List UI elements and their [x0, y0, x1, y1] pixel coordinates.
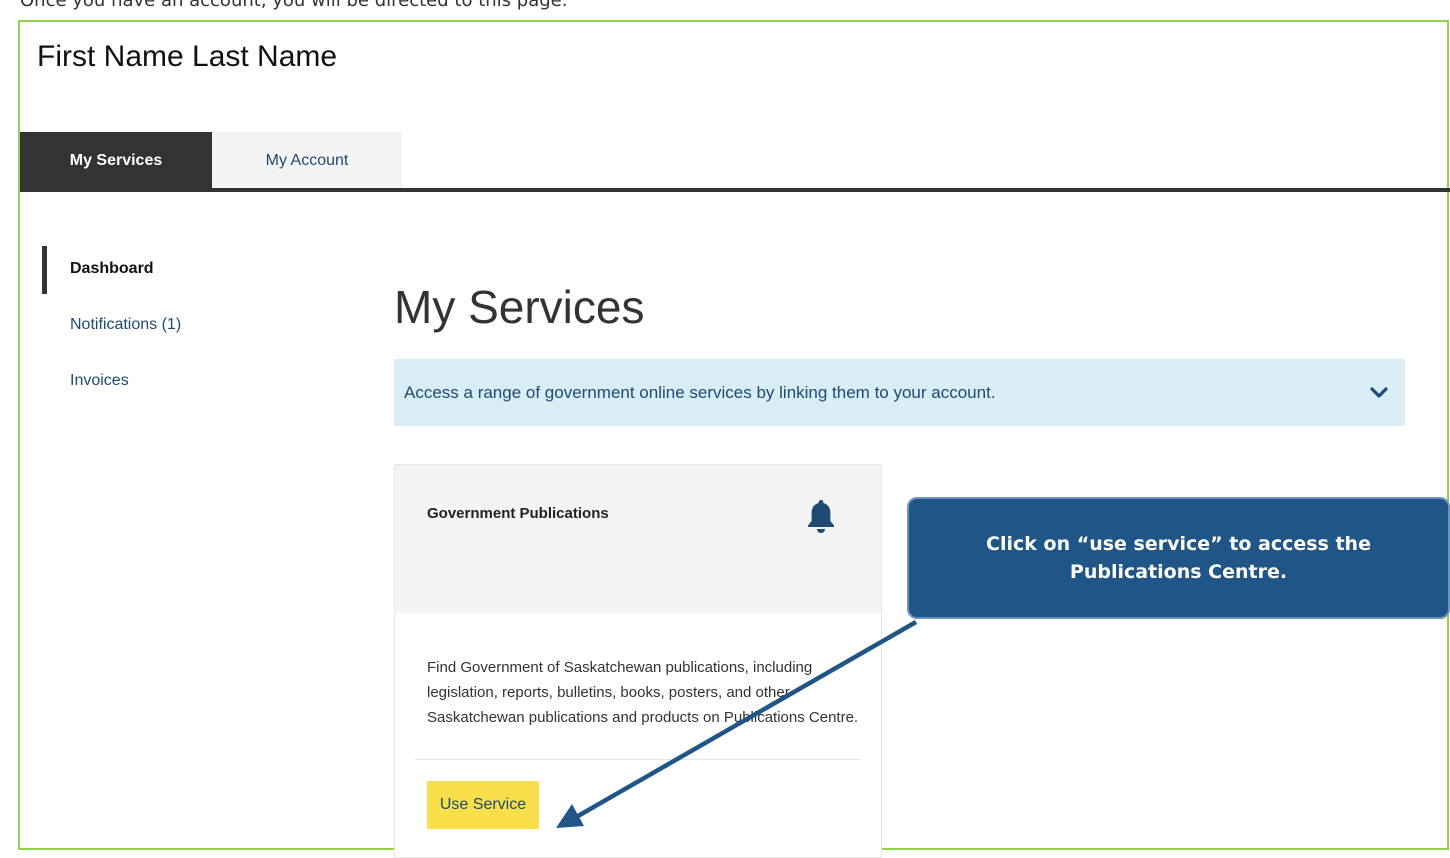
use-service-button[interactable]: Use Service: [427, 781, 539, 829]
service-card: Government Publications Find Government …: [394, 464, 882, 858]
page-title: My Services: [394, 281, 645, 333]
info-text: Access a range of government online serv…: [404, 382, 996, 402]
service-card-divider: [415, 759, 861, 760]
service-card-header: Government Publications: [395, 465, 881, 613]
tab-my-services[interactable]: My Services: [20, 132, 212, 190]
chevron-down-icon[interactable]: [1369, 383, 1389, 403]
bell-icon[interactable]: [806, 498, 836, 534]
info-accordion[interactable]: Access a range of government online serv…: [394, 359, 1405, 426]
annotation-callout-text: Click on “use service” to access the Pub…: [986, 533, 1371, 583]
annotation-callout: Click on “use service” to access the Pub…: [907, 497, 1450, 619]
tab-my-account[interactable]: My Account: [212, 132, 402, 190]
service-card-description: Find Government of Saskatchewan publicat…: [427, 659, 859, 726]
user-name: First Name Last Name: [37, 40, 338, 73]
service-card-title: Government Publications: [427, 505, 609, 522]
side-nav-item-notifications[interactable]: Notifications (1): [70, 316, 181, 334]
cropped-instruction-text: Once you have an account, you will be di…: [0, 0, 1450, 20]
instruction-text: Once you have an account, you will be di…: [20, 0, 568, 11]
side-nav-item-dashboard[interactable]: Dashboard: [70, 260, 154, 278]
tab-divider: [20, 188, 1450, 192]
screenshot-frame: First Name Last Name My Services My Acco…: [18, 20, 1450, 858]
current-item-indicator: [42, 246, 47, 294]
side-nav-item-invoices[interactable]: Invoices: [70, 372, 129, 390]
